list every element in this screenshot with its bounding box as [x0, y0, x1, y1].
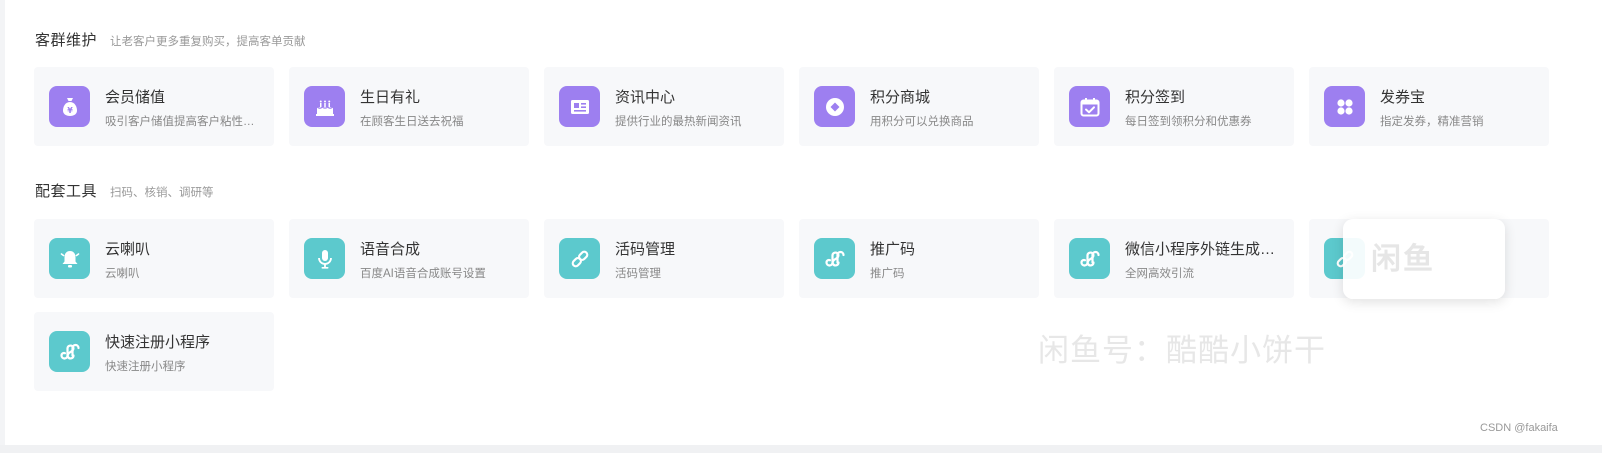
link-icon [559, 238, 600, 279]
miniprogram-icon [49, 331, 90, 372]
news-icon [559, 86, 600, 127]
card-title: 活码管理 [615, 241, 676, 258]
bell-icon [49, 238, 90, 279]
card-description: 用积分可以兑换商品 [870, 116, 974, 128]
card-description: 快速注册小程序 [105, 361, 186, 373]
section-header-customer-maintenance: 客群维护 让老客户更多重复购买，提高客单贡献 [35, 29, 306, 49]
section-title: 配套工具 [35, 183, 98, 200]
card-promo-code[interactable]: 推广码 推广码 [799, 219, 1039, 298]
card-description: 活码管理 [615, 268, 661, 280]
card-quick-register-miniprogram[interactable]: 快速注册小程序 快速注册小程序 [34, 312, 274, 391]
card-points-signin[interactable]: 积分签到 每日签到领积分和优惠券 [1054, 67, 1294, 146]
watermark-popup-text: 闲鱼 [1371, 243, 1435, 276]
page: 客群维护 让老客户更多重复购买，提高客单贡献 ¥ 会员储值 吸引客户储值提高客户… [0, 0, 1602, 453]
card-member-deposit[interactable]: ¥ 会员储值 吸引客户储值提高客户粘性… [34, 67, 274, 146]
section-header-supporting-tools: 配套工具 扫码、核销、调研等 [35, 180, 214, 200]
card-description: 吸引客户储值提高客户粘性… [105, 116, 255, 128]
section-subtitle: 让老客户更多重复购买，提高客单贡献 [110, 36, 306, 48]
card-title: 快速注册小程序 [105, 334, 211, 351]
card-title: 发券宝 [1380, 89, 1426, 106]
card-description: 提供行业的最热新闻资讯 [615, 116, 742, 128]
card-title: 生日有礼 [360, 89, 421, 106]
card-title: 资讯中心 [615, 89, 676, 106]
card-title: 会员储值 [105, 89, 166, 106]
calendar-check-icon [1069, 86, 1110, 127]
birthday-cake-icon [304, 86, 345, 127]
card-description: 百度AI语音合成账号设置 [360, 268, 486, 280]
card-title: 云喇叭 [105, 241, 151, 258]
card-birthday-gift[interactable]: 生日有礼 在顾客生日送去祝福 [289, 67, 529, 146]
card-title: 积分签到 [1125, 89, 1186, 106]
card-speech-synthesis[interactable]: 语音合成 百度AI语音合成账号设置 [289, 219, 529, 298]
card-title: 语音合成 [360, 241, 421, 258]
microphone-icon [304, 238, 345, 279]
miniprogram-icon [1069, 238, 1110, 279]
watermark-text: 闲鱼号：酷酷小饼干 [1038, 333, 1326, 368]
points-coin-icon [814, 86, 855, 127]
source-credit: CSDN @fakaifa [1480, 422, 1558, 434]
card-description: 全网高效引流 [1125, 268, 1194, 280]
card-title: 微信小程序外链生成… [1125, 241, 1276, 258]
card-description: 每日签到领积分和优惠券 [1125, 116, 1252, 128]
card-description: 推广码 [870, 268, 905, 280]
card-coupon-treasure[interactable]: 发券宝 指定发券，精准营销 [1309, 67, 1549, 146]
card-description: 在顾客生日送去祝福 [360, 116, 464, 128]
money-bag-icon: ¥ [49, 86, 90, 127]
card-points-mall[interactable]: 积分商城 用积分可以兑换商品 [799, 67, 1039, 146]
miniprogram-icon [814, 238, 855, 279]
section-subtitle: 扫码、核销、调研等 [110, 187, 214, 199]
svg-text:¥: ¥ [67, 106, 73, 115]
card-live-code-management[interactable]: 活码管理 活码管理 [544, 219, 784, 298]
watermark-popup: 闲鱼 [1343, 219, 1505, 299]
left-border [0, 0, 5, 445]
bottom-divider [0, 445, 1602, 453]
card-news-center[interactable]: 资讯中心 提供行业的最热新闻资讯 [544, 67, 784, 146]
section-title: 客群维护 [35, 32, 98, 49]
card-description: 云喇叭 [105, 268, 140, 280]
card-wechat-link-generator[interactable]: 微信小程序外链生成… 全网高效引流 [1054, 219, 1294, 298]
grid-petals-icon [1324, 86, 1365, 127]
card-description: 指定发券，精准营销 [1380, 116, 1484, 128]
card-title: 积分商城 [870, 89, 931, 106]
card-title: 推广码 [870, 241, 916, 258]
card-cloud-speaker[interactable]: 云喇叭 云喇叭 [34, 219, 274, 298]
